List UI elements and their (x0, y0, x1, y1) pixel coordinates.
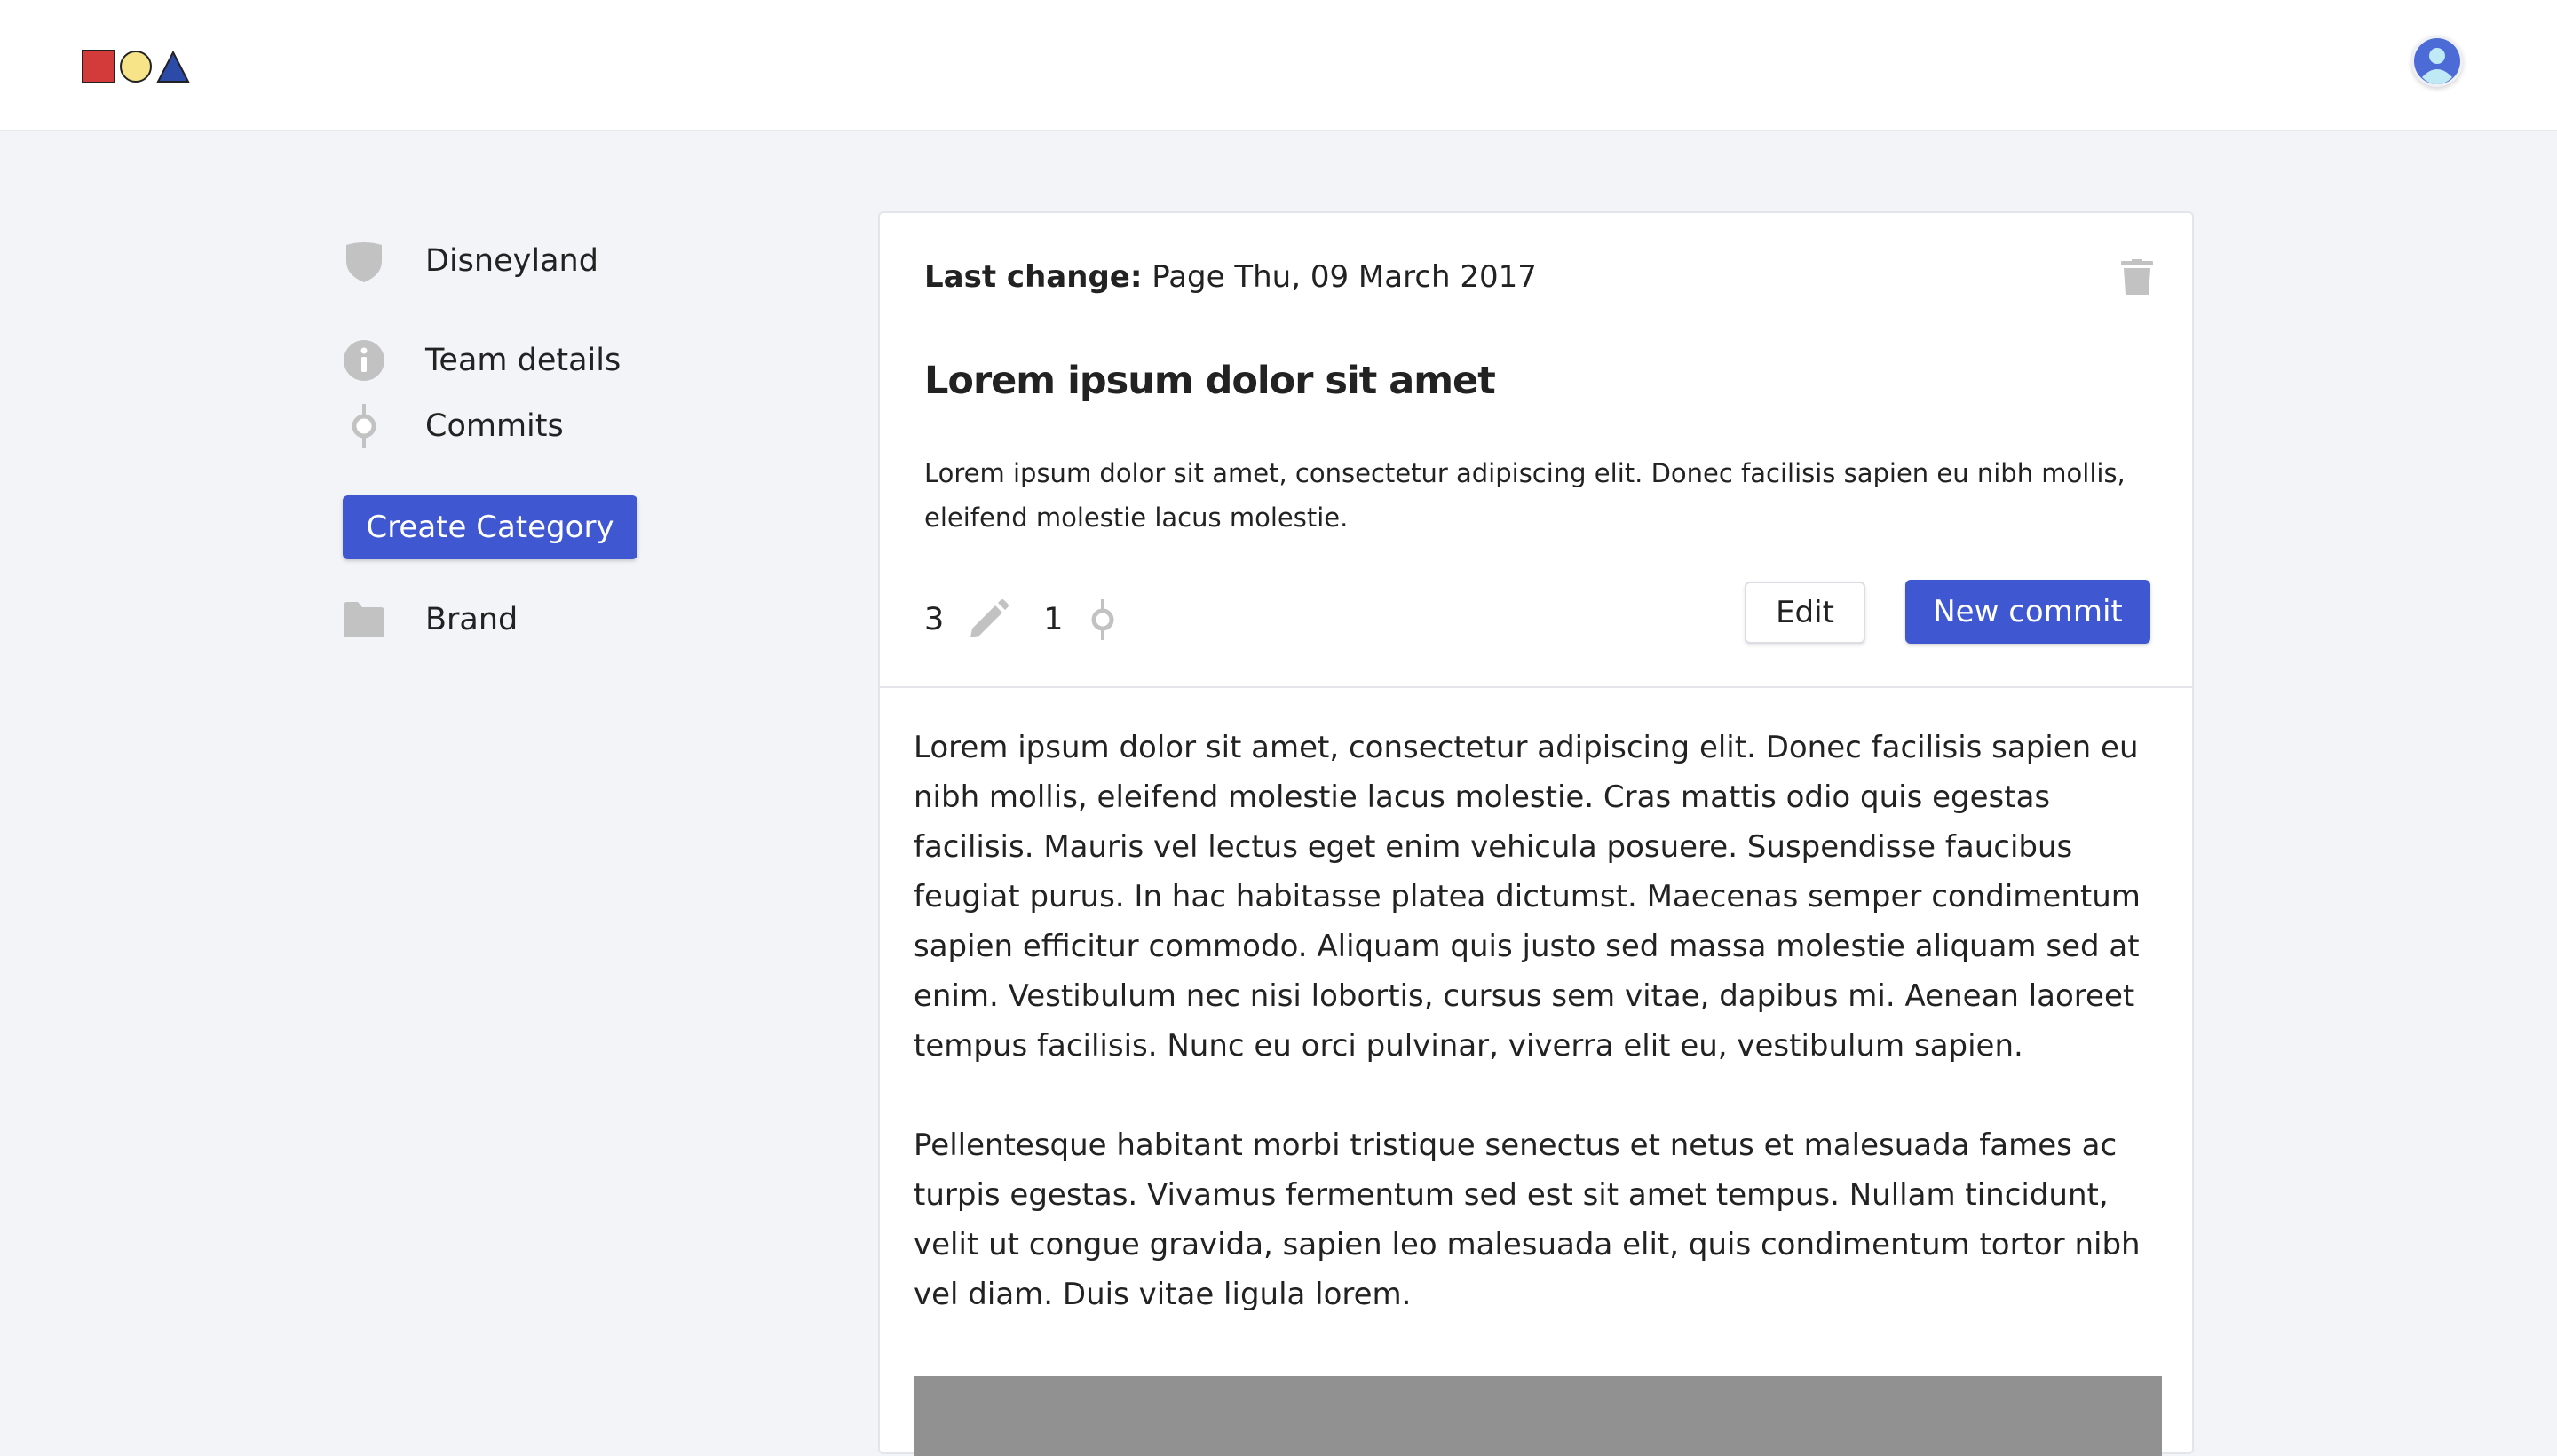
last-change-value: Page Thu, 09 March 2017 (1152, 259, 1537, 295)
blue-triangle-icon (156, 50, 190, 83)
sidebar-item-team-details[interactable]: Team details (343, 334, 621, 387)
new-commit-button[interactable]: New commit (1905, 580, 2150, 644)
commit-icon (343, 404, 385, 448)
folder-icon (343, 598, 385, 641)
last-change: Last change: Page Thu, 09 March 2017 (924, 259, 1537, 295)
sidebar-category-brand[interactable]: Brand (343, 593, 518, 646)
content-paragraph: Lorem ipsum dolor sit amet, consectetur … (914, 730, 2141, 1064)
page-card: Last change: Page Thu, 09 March 2017 Lor… (878, 211, 2194, 1456)
page-content: Lorem ipsum dolor sit amet, consectetur … (914, 723, 2165, 1369)
sidebar-item-label: Commits (425, 408, 564, 444)
top-bar (0, 0, 2557, 131)
shield-icon (343, 240, 385, 282)
content-image (914, 1376, 2162, 1456)
create-category-button[interactable]: Create Category (343, 495, 637, 559)
commit-icon (1087, 599, 1119, 640)
sidebar-category-label: Brand (425, 602, 519, 637)
last-change-label: Last change: (924, 259, 1143, 295)
page-title: Lorem ipsum dolor sit amet (924, 359, 1496, 403)
info-icon (343, 339, 385, 382)
yellow-circle-icon (120, 51, 152, 83)
content-paragraph: Pellentesque habitant morbi tristique se… (914, 1128, 2141, 1312)
edits-count: 3 (924, 602, 945, 637)
commits-count: 1 (1043, 602, 1064, 637)
edit-button[interactable]: Edit (1745, 582, 1865, 644)
pencil-icon (967, 598, 1009, 641)
trash-icon[interactable] (2121, 259, 2153, 295)
app-logo[interactable] (82, 50, 190, 83)
page-stats: 3 1 (924, 593, 1152, 646)
sidebar-item-label: Team details (425, 343, 621, 378)
sidebar-project-label: Disneyland (425, 243, 598, 279)
sidebar-item-commits[interactable]: Commits (343, 400, 564, 453)
card-header: Last change: Page Thu, 09 March 2017 Lor… (880, 213, 2192, 688)
page-summary: Lorem ipsum dolor sit amet, consectetur … (924, 458, 2126, 533)
sidebar-project-disneyland[interactable]: Disneyland (343, 234, 598, 288)
user-avatar-icon (2414, 38, 2460, 84)
red-square-icon (82, 50, 115, 83)
user-avatar[interactable] (2411, 36, 2463, 87)
